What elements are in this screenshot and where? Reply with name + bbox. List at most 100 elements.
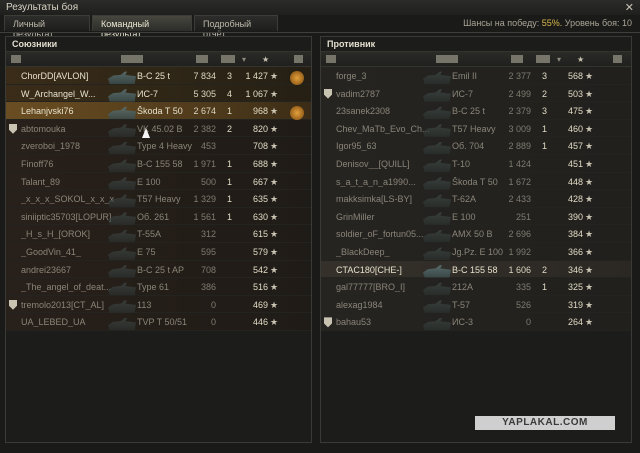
player-row[interactable]: Finoff76 B-C 155 58 1 971 1 688 ★ xyxy=(6,154,311,173)
xp-star-icon: ★ xyxy=(270,158,279,169)
sort-chevron-icon[interactable]: ▾ xyxy=(557,55,561,64)
damage-value: 2 674 xyxy=(193,106,216,117)
tank-column-icon[interactable] xyxy=(436,55,458,63)
xp-star-icon: ★ xyxy=(270,194,279,205)
medal-column-icon[interactable] xyxy=(613,55,622,63)
kills-value: 1 xyxy=(226,106,232,117)
tab-personal-result[interactable]: Личный результат xyxy=(4,15,90,39)
xp-star-icon: ★ xyxy=(585,264,594,275)
player-row[interactable]: makksimka[LS-BY] T-62A 2 433 428 ★ xyxy=(321,190,631,208)
player-name: _x_x_x_SOKOL_x_x_x xyxy=(21,194,115,205)
damage-value: 2 889 xyxy=(508,141,531,152)
allies-title: Союзники xyxy=(12,39,58,49)
xp-value: 460 xyxy=(567,123,583,134)
player-row[interactable]: Igor95_63 Об. 704 2 889 1 457 ★ xyxy=(321,137,631,155)
player-row[interactable]: s_a_t_a_n_a1990... Škoda T 50 1 672 448 ★ xyxy=(321,172,631,191)
medal-icon[interactable] xyxy=(290,106,304,121)
kills-column-icon[interactable] xyxy=(221,55,235,63)
player-name: 23sanek2308 xyxy=(336,106,391,117)
xp-star-icon: ★ xyxy=(585,176,594,187)
clan-column-icon[interactable] xyxy=(11,55,21,63)
player-row[interactable]: CTAC180[CHE-] B-C 155 58 1 606 2 346 ★ xyxy=(321,260,631,279)
xp-value: 384 xyxy=(567,229,583,240)
player-name: _BlackDeep_ xyxy=(336,246,390,257)
player-name: CTAC180[CHE-] xyxy=(336,264,402,275)
kills-column-icon[interactable] xyxy=(536,55,550,63)
player-row[interactable]: _The_angel_of_deat... Type 61 386 516 ★ xyxy=(6,278,311,296)
close-icon[interactable]: ✕ xyxy=(625,1,634,14)
player-row[interactable]: zveroboi_1978 Type 4 Heavy 453 708 ★ xyxy=(6,137,311,155)
player-row[interactable]: bahau53 ИС-3 0 264 ★ xyxy=(321,313,631,331)
player-row[interactable]: abtomouka VK 45.02 B2 382 2 820 ★ xyxy=(6,119,311,138)
player-row[interactable]: Lehanjvski76 Škoda T 50 2 674 1 968 ★ xyxy=(6,102,311,121)
player-row[interactable]: 23sanek2308 B-C 25 t2 379 3 475 ★ xyxy=(321,102,631,120)
damage-value: 1 329 xyxy=(193,194,216,205)
damage-value: 453 xyxy=(200,141,216,152)
xp-value: 448 xyxy=(567,176,583,187)
player-name: Talant_89 xyxy=(21,176,61,187)
allies-list: ChorDD[AVLON] B-C 25 t7 834 3 1 427 ★ W_Archa… xyxy=(6,67,311,331)
xp-value: 451 xyxy=(567,158,583,169)
xp-star-icon: ★ xyxy=(585,229,594,240)
player-row[interactable]: _BlackDeep_ Jg.Pz. E 100 1 992 366 ★ xyxy=(321,242,631,261)
xp-value: 319 xyxy=(567,299,583,310)
xp-star-icon: ★ xyxy=(585,106,594,117)
player-row[interactable]: Talant_89 E 100 500 1 667 ★ xyxy=(6,172,311,191)
xp-star-icon: ★ xyxy=(270,88,279,99)
tab-detailed-report[interactable]: Подробный отчёт xyxy=(194,15,278,39)
medal-icon[interactable] xyxy=(290,71,304,85)
xp-value: 1 067 xyxy=(245,88,268,99)
player-row[interactable]: Chev_MaTb_Evo_Ch... T57 Heavy 3 009 1 460 ★ xyxy=(321,119,631,138)
player-row[interactable]: siniiptic35703[LOPUR] Об. 261 1 561 1 630 ★ xyxy=(6,207,311,226)
damage-value: 500 xyxy=(200,176,216,187)
player-row[interactable]: vadim2787 ИС-7 2 499 2 503 ★ xyxy=(321,84,631,103)
xp-column-star-icon[interactable]: ★ xyxy=(577,55,584,64)
xp-column-star-icon[interactable]: ★ xyxy=(262,55,269,64)
player-row[interactable]: W_Archangel_W... ИС-7 5 305 4 1 067 ★ xyxy=(6,84,311,103)
player-row[interactable]: _x_x_x_SOKOL_x_x_x T57 Heavy 1 329 1 635 ★ xyxy=(6,190,311,208)
xp-star-icon: ★ xyxy=(270,106,279,117)
player-name: GrinMiller xyxy=(336,211,375,222)
xp-star-icon: ★ xyxy=(270,299,279,310)
damage-value: 526 xyxy=(515,299,531,310)
player-row[interactable]: soldier_oF_fortun05... AMX 50 B2 696 384 ★ xyxy=(321,225,631,243)
player-row[interactable]: ChorDD[AVLON] B-C 25 t7 834 3 1 427 ★ xyxy=(6,67,311,85)
clan-column-icon[interactable] xyxy=(326,55,336,63)
player-name: Denisov__[QUILL] xyxy=(336,158,410,169)
player-row[interactable]: _H_s_H_[OROK] T-55A 312 615 ★ xyxy=(6,225,311,243)
player-name: Finoff76 xyxy=(21,158,54,169)
xp-value: 630 xyxy=(252,211,268,222)
damage-column-icon[interactable] xyxy=(196,55,208,63)
damage-column-icon[interactable] xyxy=(511,55,523,63)
sort-chevron-icon[interactable]: ▾ xyxy=(242,55,246,64)
player-row[interactable]: _GoodVin_41_ E 75 595 579 ★ xyxy=(6,242,311,261)
player-row[interactable]: GrinMiller E 100 251 390 ★ xyxy=(321,207,631,226)
player-row[interactable]: Denisov__[QUILL] T-10 1 424 451 ★ xyxy=(321,154,631,173)
tab-team-result[interactable]: Командный результат xyxy=(92,15,192,39)
damage-value: 386 xyxy=(200,282,216,293)
player-row[interactable]: forge_3 Emil II 2 377 3 568 ★ xyxy=(321,67,631,85)
damage-value: 1 992 xyxy=(508,246,531,257)
xp-value: 568 xyxy=(567,71,583,81)
xp-value: 820 xyxy=(252,123,268,134)
damage-value: 2 696 xyxy=(508,229,531,240)
tank-column-icon[interactable] xyxy=(121,55,143,63)
player-row[interactable]: alexag1984 T-57 526 319 ★ xyxy=(321,295,631,314)
player-row[interactable]: andrei23667 B-C 25 t AP 708 542 ★ xyxy=(6,260,311,279)
kills-value: 2 xyxy=(541,264,547,275)
xp-value: 469 xyxy=(252,299,268,310)
player-name: tremolo2013[CT_AL] xyxy=(21,299,105,310)
player-name: forge_3 xyxy=(336,71,367,81)
player-name: bahau53 xyxy=(336,317,372,328)
medal-column-icon[interactable] xyxy=(294,55,303,63)
player-row[interactable]: UA_LEBED_UA TVP T 50/51 0 446 ★ xyxy=(6,313,311,331)
xp-star-icon: ★ xyxy=(585,123,594,134)
player-row[interactable]: gal77777[BRO_I] 212A 335 1 325 ★ xyxy=(321,278,631,296)
xp-star-icon: ★ xyxy=(270,176,279,187)
kills-value: 3 xyxy=(541,71,547,81)
enemies-panel: Противник ▾ ★ forge_3 Emil II 2 377 3 568 ★ va… xyxy=(320,36,632,443)
xp-star-icon: ★ xyxy=(585,141,594,152)
xp-star-icon: ★ xyxy=(585,88,594,99)
player-row[interactable]: tremolo2013[CT_AL] 113 0 469 ★ xyxy=(6,295,311,314)
xp-value: 503 xyxy=(567,88,583,99)
